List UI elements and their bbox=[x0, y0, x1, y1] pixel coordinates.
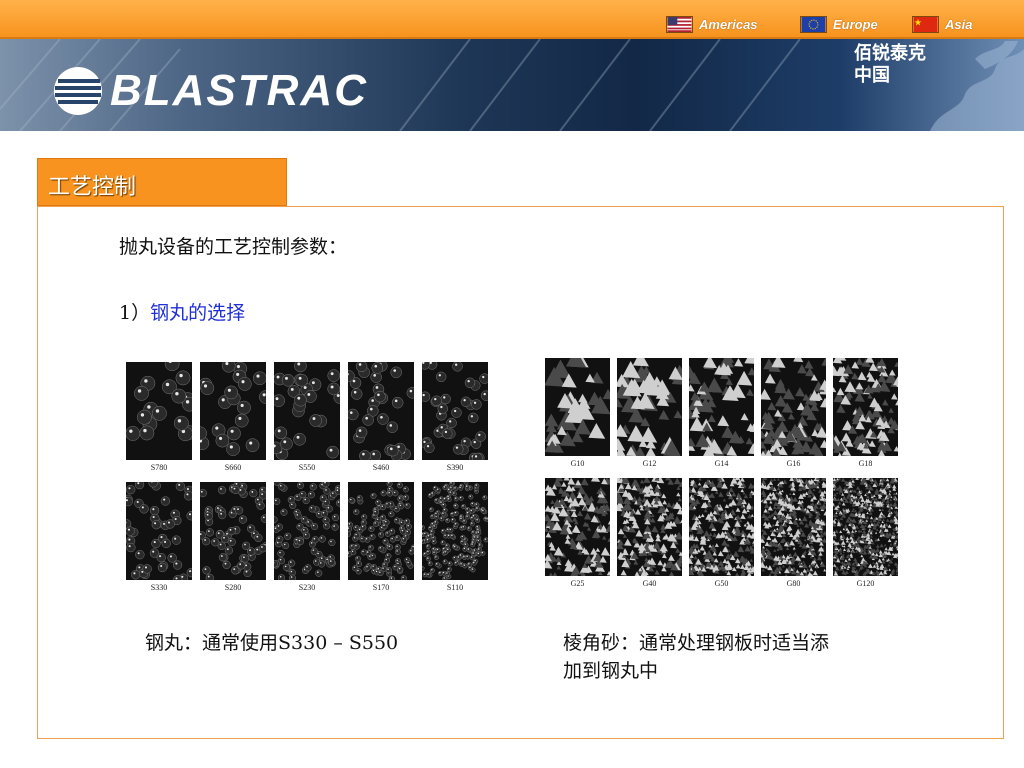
company-chinese-name: 佰锐泰克 中国 bbox=[854, 43, 926, 87]
grit-sample-g16: G16 bbox=[761, 358, 826, 468]
shot-sample-s460: S460 bbox=[348, 362, 414, 472]
shot-sample-s170: S170 bbox=[348, 482, 414, 592]
company-chinese-name-line2: 中国 bbox=[854, 65, 890, 86]
shot-sample-s330: S330 bbox=[126, 482, 192, 592]
shot-sample-label: S280 bbox=[224, 583, 242, 592]
grit-sample-label: G14 bbox=[714, 459, 729, 468]
shot-sample-label: S660 bbox=[224, 463, 242, 472]
grit-sample-g12: G12 bbox=[617, 358, 682, 468]
grit-sample-image bbox=[833, 358, 898, 456]
grit-sample-label: G12 bbox=[642, 459, 657, 468]
grit-sample-label: G25 bbox=[570, 579, 585, 588]
grit-sample-image bbox=[545, 478, 610, 576]
grit-sample-label: G50 bbox=[714, 579, 729, 588]
grit-sample-g40: G40 bbox=[617, 478, 682, 588]
grit-sample-image bbox=[761, 358, 826, 456]
shot-sample-label: S330 bbox=[150, 583, 168, 592]
shot-sample-s230: S230 bbox=[274, 482, 340, 592]
shot-sample-label: S170 bbox=[372, 583, 390, 592]
grit-sample-label: G80 bbox=[786, 579, 801, 588]
shot-sample-label: S550 bbox=[298, 463, 316, 472]
shot-sample-s780: S780 bbox=[126, 362, 192, 472]
intro-text: 抛丸设备的工艺控制参数： bbox=[119, 236, 348, 258]
shot-sample-image bbox=[200, 482, 266, 580]
shot-sample-image bbox=[274, 482, 340, 580]
grit-sample-label: G16 bbox=[786, 459, 801, 468]
grit-sample-g50: G50 bbox=[689, 478, 754, 588]
region-europe-label: Europe bbox=[833, 16, 878, 32]
shot-sample-label: S780 bbox=[150, 463, 168, 472]
grit-sample-image bbox=[833, 478, 898, 576]
grit-sample-image bbox=[689, 478, 754, 576]
grit-sample-g25: G25 bbox=[545, 478, 610, 588]
grit-sample-label: G18 bbox=[858, 459, 873, 468]
section-tab: 工艺控制 bbox=[37, 158, 287, 206]
shot-sample-image bbox=[126, 482, 192, 580]
shot-sample-s110: S110 bbox=[422, 482, 488, 592]
shot-sample-label: S460 bbox=[372, 463, 390, 472]
region-asia[interactable]: Asia bbox=[912, 15, 972, 33]
us-flag-icon bbox=[666, 15, 693, 33]
shot-sample-label: S110 bbox=[446, 583, 464, 592]
grit-sample-image bbox=[545, 358, 610, 456]
list-item-number: 1） bbox=[119, 302, 151, 324]
company-chinese-name-line1: 佰锐泰克 bbox=[854, 43, 926, 64]
shot-sample-image bbox=[274, 362, 340, 460]
eu-flag-icon bbox=[800, 15, 827, 33]
steel-shot-sample-grid: S780 S660 S550 S460 S390 S330 S280 S230 S170 S110 bbox=[126, 362, 492, 602]
grit-sample-g120: G120 bbox=[833, 478, 898, 588]
region-americas[interactable]: Americas bbox=[666, 15, 758, 33]
grit-sample-g18: G18 bbox=[833, 358, 898, 468]
grit-sample-g14: G14 bbox=[689, 358, 754, 468]
list-item-1: 1）钢丸的选择 bbox=[119, 298, 245, 325]
grit-sample-image bbox=[617, 478, 682, 576]
shot-caption: 钢丸：通常使用S330 – S550 bbox=[145, 632, 399, 654]
grit-sample-image bbox=[617, 358, 682, 456]
top-bar: Americas Europe Asia bbox=[0, 0, 1024, 39]
shot-sample-label: S230 bbox=[298, 583, 316, 592]
grit-sample-g80: G80 bbox=[761, 478, 826, 588]
shot-sample-image bbox=[348, 482, 414, 580]
blastrac-logo[interactable]: BLASTRAC bbox=[52, 65, 368, 117]
grit-sample-label: G120 bbox=[856, 579, 875, 588]
logo-wordmark: BLASTRAC bbox=[110, 66, 368, 115]
list-item-title: 钢丸的选择 bbox=[150, 302, 246, 324]
region-europe[interactable]: Europe bbox=[800, 15, 878, 33]
section-tab-title: 工艺控制 bbox=[48, 175, 137, 200]
shot-sample-s280: S280 bbox=[200, 482, 266, 592]
steel-grit-sample-grid: G10 G12 G14 G16 G18 G25 G40 G50 G80 G120 bbox=[545, 358, 900, 598]
shot-sample-label: S390 bbox=[446, 463, 464, 472]
shot-sample-image bbox=[422, 362, 488, 460]
shot-sample-image bbox=[422, 482, 488, 580]
grit-sample-image bbox=[761, 478, 826, 576]
region-asia-label: Asia bbox=[945, 16, 973, 32]
grit-caption-line1: 棱角砂：通常处理钢板时适当添 bbox=[563, 632, 830, 654]
header-banner: BLASTRAC 佰锐泰克 中国 bbox=[0, 39, 1024, 131]
shot-sample-s550: S550 bbox=[274, 362, 340, 472]
grit-sample-label: G40 bbox=[642, 579, 657, 588]
grit-caption-line2: 加到钢丸中 bbox=[563, 660, 659, 682]
grit-sample-g10: G10 bbox=[545, 358, 610, 468]
china-flag-icon bbox=[912, 15, 939, 33]
shot-sample-image bbox=[348, 362, 414, 460]
shot-sample-image bbox=[200, 362, 266, 460]
region-americas-label: Americas bbox=[699, 16, 758, 32]
shot-sample-s390: S390 bbox=[422, 362, 488, 472]
grit-sample-label: G10 bbox=[570, 459, 585, 468]
shot-sample-image bbox=[126, 362, 192, 460]
shot-sample-s660: S660 bbox=[200, 362, 266, 472]
globe-icon bbox=[54, 67, 102, 115]
grit-sample-image bbox=[689, 358, 754, 456]
